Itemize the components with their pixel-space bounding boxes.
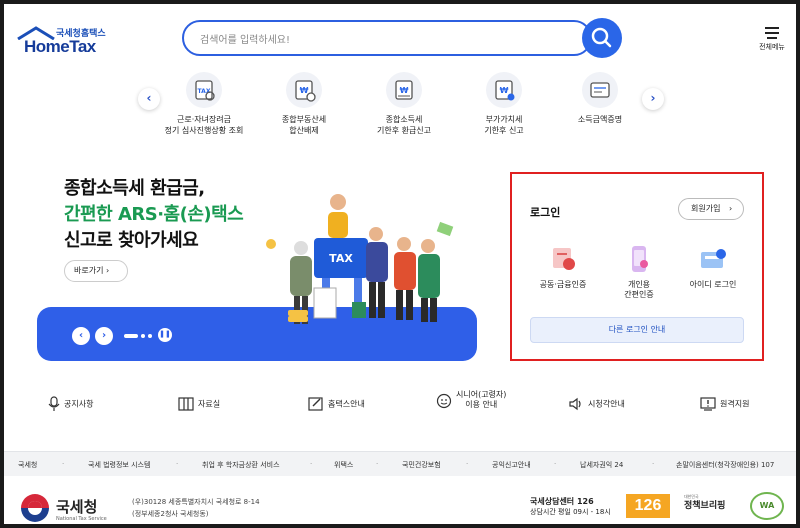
hero-cta-button[interactable]: 바로가기 › [64, 260, 128, 282]
hero-line-1: 종합소득세 환급금, [64, 178, 205, 199]
footer-link[interactable]: 국세청 [18, 460, 37, 470]
all-menu-button[interactable]: 전체메뉴 [756, 24, 788, 52]
link-notice[interactable]: 공지사항 [48, 396, 93, 412]
property-tax-icon: ₩ [286, 72, 322, 108]
login-panel: 로그인 회원가입 › 공동·금융인증 개인용 간편인증 아이디 로그인 다른 로… [510, 172, 764, 361]
remote-support-icon [700, 397, 716, 411]
footer-link[interactable]: 취업 후 학자금상환 서비스 [202, 460, 280, 470]
quick-menu-label: 종합소득세 기한후 환급신고 [376, 115, 432, 135]
mobile-auth-icon [623, 244, 655, 274]
svg-text:₩: ₩ [500, 86, 509, 95]
footer-link[interactable]: 위택스 [334, 460, 353, 470]
hero-line-2: 간편한 ARS·홈(손)택스 [64, 204, 244, 225]
hero-title: 종합소득세 환급금, 간편한 ARS·홈(손)택스 신고로 찾아가세요 [64, 176, 244, 254]
policy-briefing-logo[interactable]: 정책브리핑 [684, 498, 725, 511]
search-placeholder: 검색어를 입력하세요! [200, 35, 290, 46]
search-input[interactable]: 검색어를 입력하세요! [182, 20, 592, 56]
id-login-icon [697, 244, 729, 274]
income-certificate-icon [582, 72, 618, 108]
quick-menu-item-earned-income-credit[interactable]: TAX 근로·자녀장려금 정기 심사진행상황 조회 [154, 72, 254, 136]
senior-icon [436, 393, 452, 409]
footer-address: (우)30128 세종특별자치시 국세청로 8-14 (정부세종2청사 국세청동… [132, 496, 260, 520]
banner-indicator[interactable] [148, 334, 152, 338]
hero-line-3: 신고로 찾아가세요 [64, 230, 199, 251]
call-center-name: 국세상담센터 126 [530, 497, 594, 506]
other-login-guide-button[interactable]: 다른 로그인 안내 [530, 317, 744, 343]
speaker-icon [569, 397, 581, 411]
banner-pause-button[interactable]: ❚❚ [158, 328, 172, 342]
svg-text:₩: ₩ [400, 86, 409, 95]
link-label: 원격지원 [720, 399, 750, 409]
banner-indicator[interactable] [141, 334, 145, 338]
search-button[interactable] [582, 18, 622, 58]
link-label: 시청각안내 [588, 399, 625, 409]
chevron-right-icon: › [729, 204, 733, 213]
service-links: 공지사항 자료실 홈택스안내 시니어(고령자) 이용 안내 시청각안내 원격지원 [4, 384, 796, 424]
join-label: 회원가입 [691, 204, 721, 213]
wa-certification-badge[interactable]: WA [750, 492, 784, 520]
footer-link-bar: 국세청 · 국세 법령정보 시스템 · 취업 후 학자금상환 서비스 · 위택스… [4, 451, 796, 476]
login-title: 로그인 [530, 206, 561, 219]
banner-next-button[interactable]: › [95, 327, 113, 345]
quick-menu-label: 근로·자녀장려금 정기 심사진행상황 조회 [164, 115, 244, 135]
logo-text: HomeTax [24, 37, 96, 56]
link-label: 공지사항 [64, 399, 94, 409]
quick-menu-label: 종합부동산세 합산배제 [281, 115, 327, 135]
footer-link[interactable]: 국민건강보험 [402, 460, 441, 470]
footer-link[interactable]: 국세 법령정보 시스템 [88, 460, 150, 470]
link-audiovisual-guide[interactable]: 시청각안내 [568, 396, 625, 412]
login-option-certificate[interactable]: 공동·금융인증 [528, 244, 598, 290]
archive-icon [178, 397, 194, 411]
income-tax-refund-icon: ₩ [386, 72, 422, 108]
link-hometax-guide[interactable]: 홈택스안내 [308, 396, 365, 412]
footer-link[interactable]: 손말이음센터(청각장애인용) 107 [676, 460, 774, 470]
svg-text:TAX: TAX [198, 88, 211, 95]
link-senior-guide[interactable]: 시니어(고령자) 이용 안내 [436, 390, 506, 410]
quick-menu-item-income-certificate[interactable]: 소득금액증명 [550, 72, 650, 125]
login-option-simple-auth[interactable]: 개인용 간편인증 [604, 244, 674, 300]
footer-address-line: (정부세종2청사 국세청동) [132, 510, 209, 518]
tax-document-icon: TAX [186, 72, 222, 108]
hero-cta-label: 바로가기 [74, 266, 104, 275]
microphone-icon [48, 396, 60, 411]
nts-emblem-icon [21, 494, 49, 522]
footer-link[interactable]: 공익신고안내 [492, 460, 531, 470]
link-label: 시니어(고령자) 이용 안내 [456, 390, 507, 409]
login-option-label: 개인용 간편인증 [624, 280, 654, 299]
footer-address-line: (우)30128 세종특별자치시 국세청로 8-14 [132, 498, 260, 506]
hero-illustration: TAX [266, 194, 454, 324]
certificate-icon [547, 244, 579, 274]
call-center-hours: 상담시간 평일 09시 - 18시 [530, 508, 611, 516]
login-option-id[interactable]: 아이디 로그인 [678, 244, 748, 290]
menu-label: 전체메뉴 [759, 43, 785, 51]
guide-icon [308, 397, 323, 411]
quick-menu-label: 부가가치세 기한후 신고 [484, 115, 524, 135]
banner-indicator-active[interactable] [124, 334, 138, 338]
banner-prev-button[interactable]: ‹ [72, 327, 90, 345]
quick-menu-item-income-tax-refund[interactable]: ₩ 종합소득세 기한후 환급신고 [354, 72, 454, 136]
login-option-label: 공동·금융인증 [539, 280, 587, 289]
quick-menu-item-vat-return[interactable]: ₩ 부가가치세 기한후 신고 [454, 72, 554, 136]
chevron-right-icon: › [106, 266, 110, 275]
search-icon [591, 27, 612, 48]
hometax-page: 국세청홈택스 HomeTax 검색어를 입력하세요! 전체메뉴 ‹ › TAX … [4, 4, 796, 524]
footer-org-sub: National Tax Service [56, 516, 107, 522]
quick-menu-label: 소득금액증명 [577, 115, 623, 124]
hamburger-icon [756, 27, 788, 39]
link-archive[interactable]: 자료실 [178, 396, 220, 412]
link-remote-support[interactable]: 원격지원 [700, 396, 749, 412]
vat-return-icon: ₩ [486, 72, 522, 108]
svg-text:₩: ₩ [300, 86, 309, 95]
footer-call-center: 국세상담센터 126 상담시간 평일 09시 - 18시 [530, 496, 611, 518]
link-label: 홈택스안내 [328, 399, 365, 409]
footer-link[interactable]: 납세자권익 24 [580, 460, 623, 470]
illus-sign-text: TAX [329, 252, 353, 265]
footer-org-name: 국세청 [56, 498, 98, 516]
hometax-logo[interactable]: 국세청홈택스 HomeTax [16, 26, 116, 62]
login-option-label: 아이디 로그인 [689, 280, 737, 289]
link-label: 자료실 [198, 399, 221, 409]
join-button[interactable]: 회원가입 › [678, 198, 744, 220]
call-126-badge[interactable]: 126 [626, 494, 670, 518]
quick-menu-item-property-tax[interactable]: ₩ 종합부동산세 합산배제 [254, 72, 354, 136]
